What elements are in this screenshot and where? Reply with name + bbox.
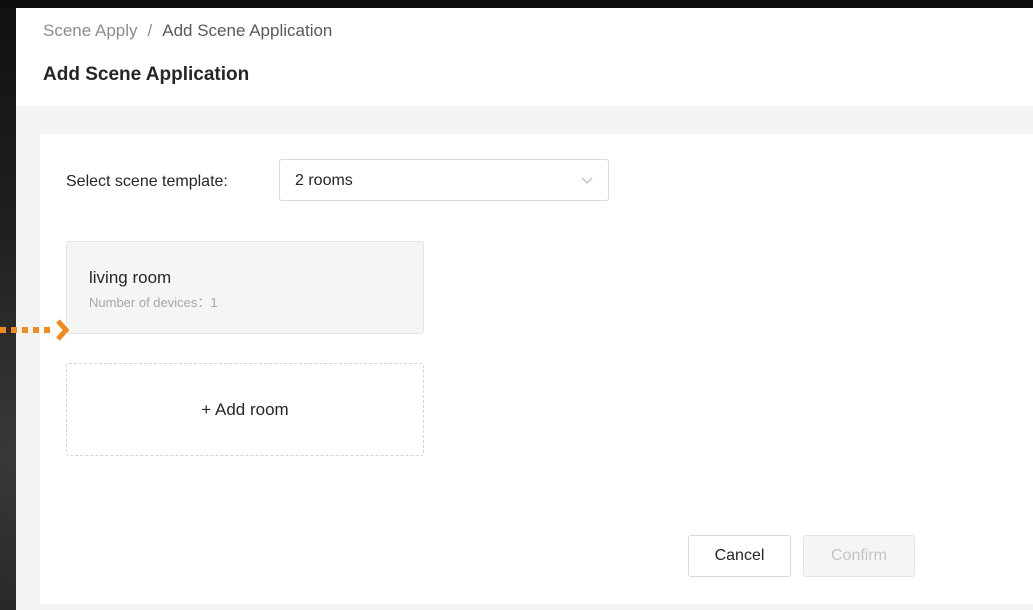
add-room-button[interactable]: + Add room <box>66 363 424 456</box>
room-device-count: Number of devices：1 <box>89 295 218 310</box>
scene-template-label: Select scene template: <box>66 173 228 190</box>
room-name: living room <box>89 268 172 287</box>
annotation-arrow-icon <box>0 319 70 341</box>
page-title: Add Scene Application <box>43 64 250 85</box>
room-card-living-room[interactable]: living room Number of devices：1 <box>66 241 424 334</box>
app-window: Scene Apply / Add Scene Application Add … <box>16 8 1033 610</box>
scene-template-value: 2 rooms <box>295 172 353 189</box>
top-strip <box>0 0 1033 8</box>
cancel-button[interactable]: Cancel <box>688 535 791 577</box>
breadcrumb-current: Add Scene Application <box>162 21 333 40</box>
page-header: Scene Apply / Add Scene Application Add … <box>16 8 1033 106</box>
chevron-down-icon <box>581 177 593 184</box>
confirm-button[interactable]: Confirm <box>803 535 915 577</box>
form-panel: Select scene template: 2 rooms living ro… <box>40 134 1033 604</box>
scene-template-select[interactable]: 2 rooms <box>279 159 609 201</box>
breadcrumb: Scene Apply / Add Scene Application <box>43 21 332 41</box>
breadcrumb-separator: / <box>147 21 153 40</box>
breadcrumb-root-link[interactable]: Scene Apply <box>43 21 138 41</box>
